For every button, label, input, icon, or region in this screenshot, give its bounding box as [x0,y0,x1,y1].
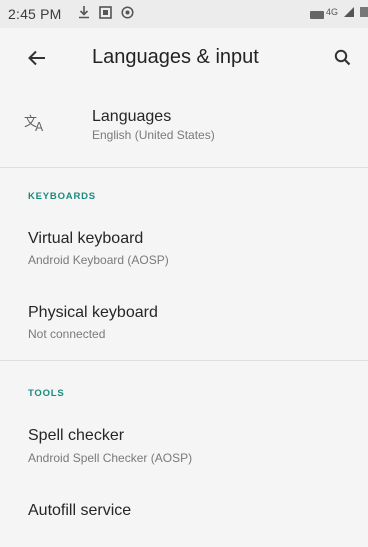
physical-keyboard-title: Physical keyboard [28,304,158,321]
search-button[interactable] [328,46,356,74]
svg-text:A: A [35,120,44,133]
app-toolbar: Languages & input [0,28,368,92]
keyboards-section-header: KEYBOARDS [28,191,96,202]
physical-keyboard-summary: Not connected [28,327,106,341]
back-button[interactable] [22,46,52,74]
settings-screen: 2:45 PM 4G Languages & input 文 A Languag… [0,0,368,547]
section-divider [0,360,368,361]
wifi-icon [360,6,368,22]
search-icon [334,49,351,71]
system-icons: 4G [309,6,368,22]
page-title: Languages & input [92,46,259,68]
autofill-service-preference[interactable]: Autofill service [0,488,368,538]
tools-section-header: TOOLS [28,388,65,399]
sync-icon [121,5,134,23]
arrow-back-icon [28,50,46,71]
virtual-keyboard-preference[interactable]: Virtual keyboard Android Keyboard (AOSP) [0,218,368,280]
physical-keyboard-preference[interactable]: Physical keyboard Not connected [0,290,368,352]
battery-icon [309,11,324,19]
spell-checker-summary: Android Spell Checker (AOSP) [28,451,193,465]
languages-summary: English (United States) [92,128,215,142]
signal-icon [343,6,355,22]
translate-icon: 文 A [24,113,48,138]
languages-title: Languages [92,108,172,125]
status-time: 2:45 PM [8,6,62,22]
virtual-keyboard-summary: Android Keyboard (AOSP) [28,253,169,267]
spell-checker-preference[interactable]: Spell checker Android Spell Checker (AOS… [0,414,368,476]
status-bar: 2:45 PM 4G [0,0,368,28]
virtual-keyboard-title: Virtual keyboard [28,230,144,247]
autofill-service-title: Autofill service [28,502,132,519]
section-divider [0,167,368,168]
download-icon [78,5,90,23]
languages-preference[interactable]: 文 A Languages English (United States) [0,92,368,158]
spell-checker-title: Spell checker [28,427,125,444]
notification-icons [78,5,134,23]
network-type: 4G [325,7,338,17]
screenshot-icon [99,5,112,23]
